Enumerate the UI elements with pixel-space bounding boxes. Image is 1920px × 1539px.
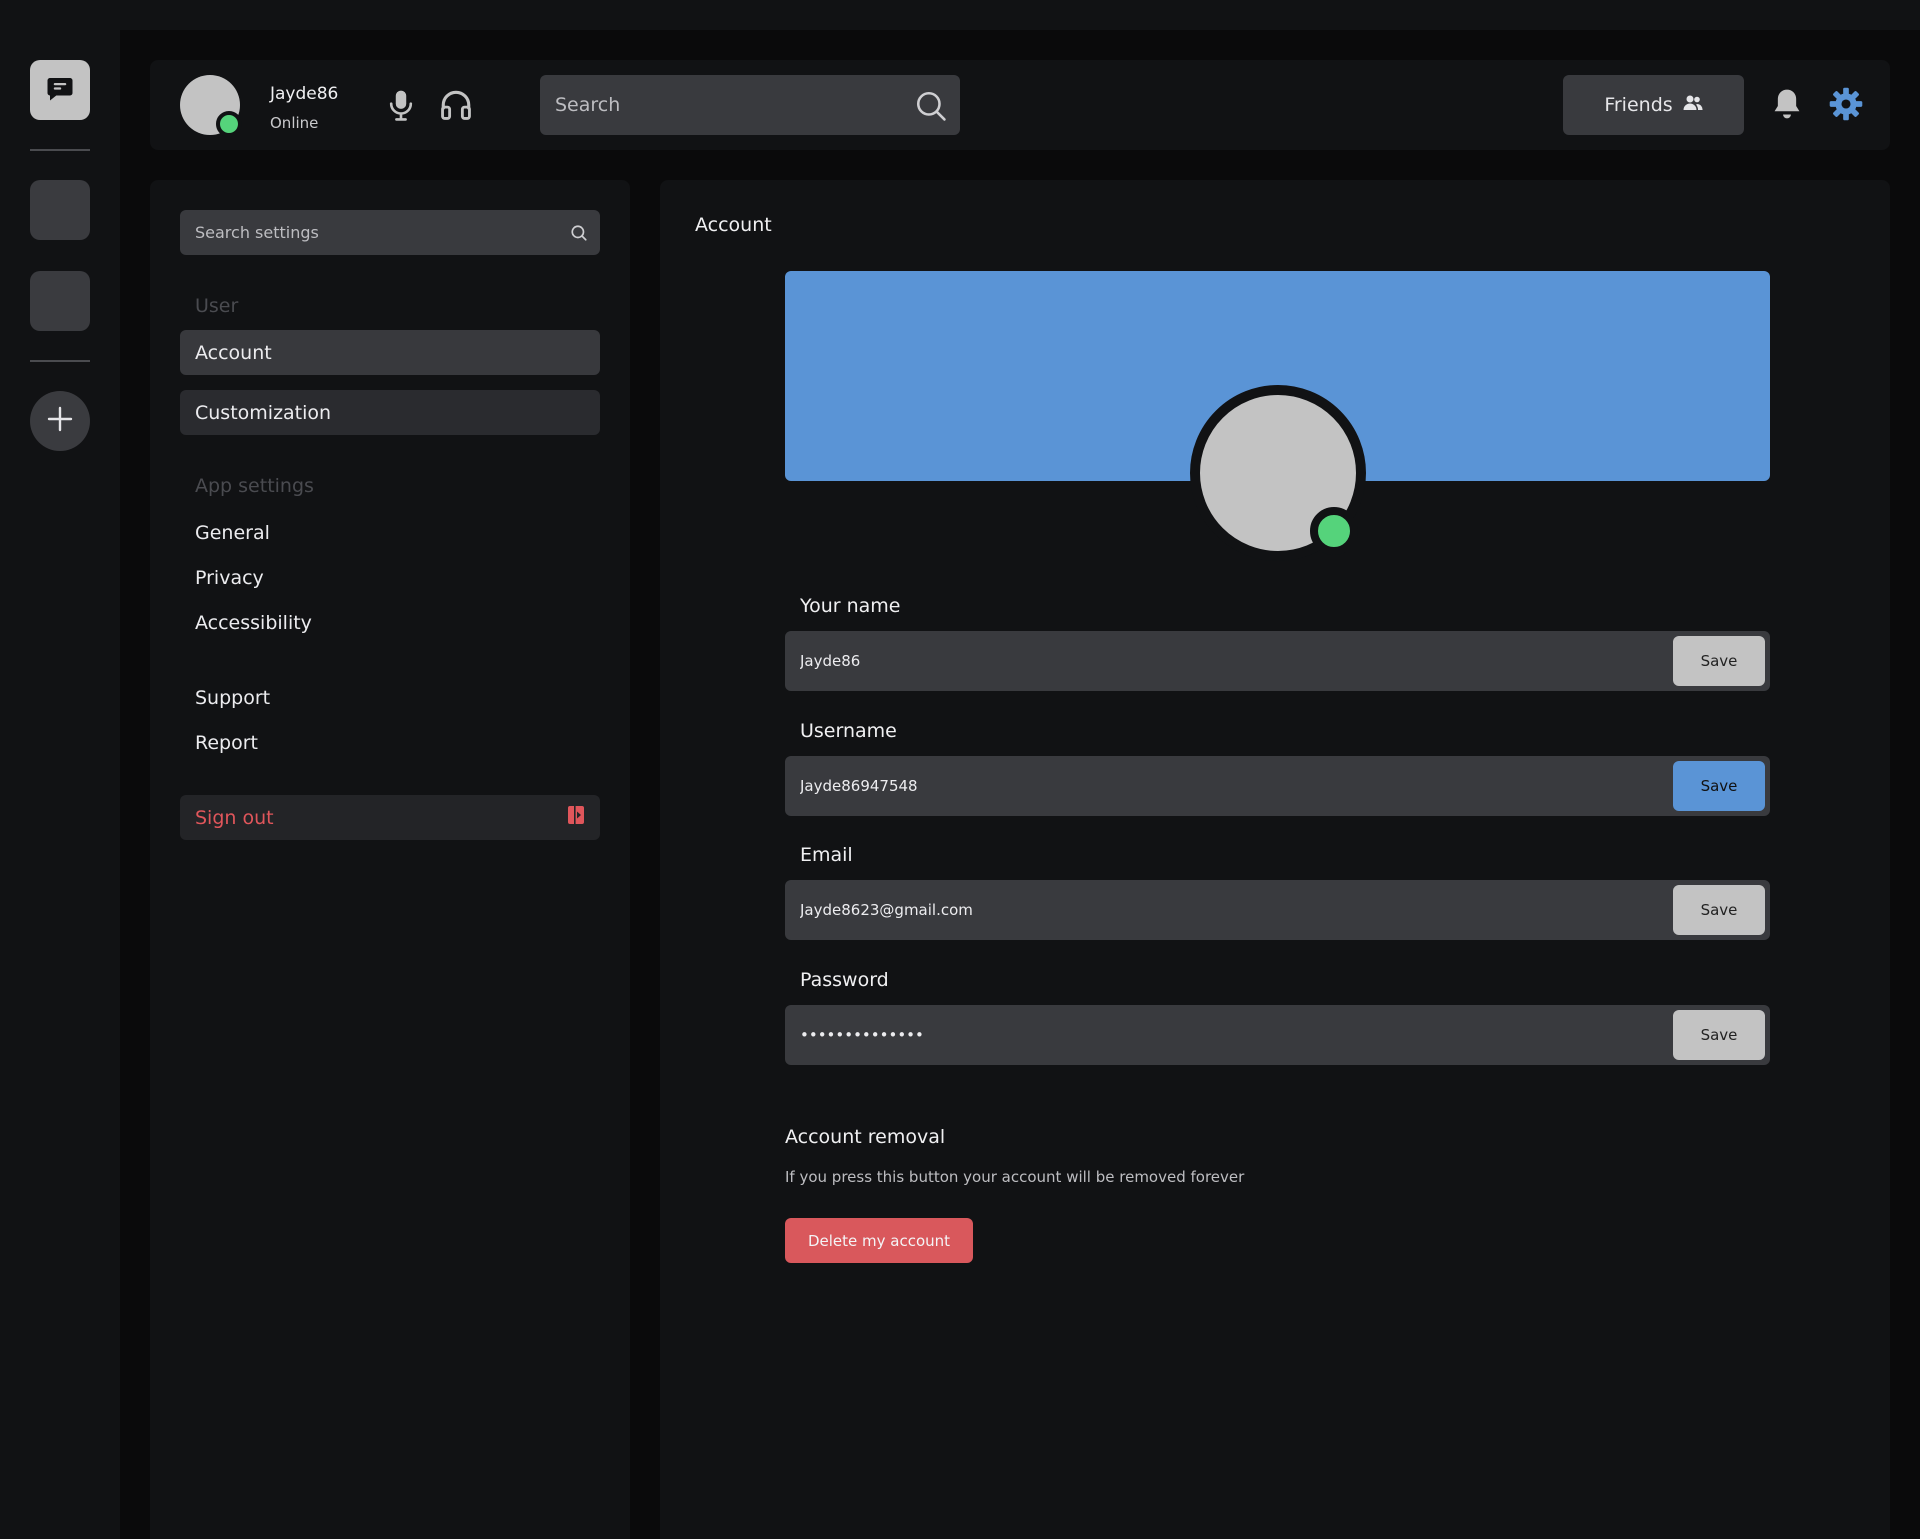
password-field[interactable] <box>785 1005 1665 1065</box>
online-status-dot <box>216 111 242 137</box>
top-bar: Jayde86 Online Friends <box>150 60 1890 150</box>
sidebar-item-support[interactable]: Support <box>180 675 600 720</box>
friends-button[interactable]: Friends <box>1563 75 1744 135</box>
email-field[interactable] <box>785 880 1665 940</box>
search-icon[interactable] <box>914 89 948 127</box>
username-row: Save <box>785 756 1770 816</box>
user-avatar[interactable] <box>180 75 242 137</box>
friends-icon <box>1683 94 1703 117</box>
server-tile[interactable] <box>30 271 90 331</box>
server-tile[interactable] <box>30 180 90 240</box>
sidebar-item-label: Account <box>195 341 272 364</box>
sidebar-item-label: Support <box>195 686 271 709</box>
save-password-button[interactable]: Save <box>1673 1010 1765 1060</box>
online-status-dot <box>1310 507 1358 555</box>
account-panel: Account Your name Save Username Save Ema… <box>660 180 1890 1539</box>
settings-search-input[interactable] <box>180 210 600 255</box>
your-name-field[interactable] <box>785 631 1665 691</box>
sidebar-item-customization[interactable]: Customization <box>180 390 600 435</box>
field-label-your-name: Your name <box>800 595 901 617</box>
settings-search[interactable] <box>180 210 600 255</box>
bell-icon[interactable] <box>1771 87 1803 125</box>
profile-avatar[interactable] <box>1190 385 1366 561</box>
account-removal-description: If you press this button your account wi… <box>785 1168 1245 1186</box>
sidebar-item-accessibility[interactable]: Accessibility <box>180 600 600 645</box>
sidebar-item-report[interactable]: Report <box>180 720 600 765</box>
section-label-user: User <box>195 295 239 317</box>
email-row: Save <box>785 880 1770 940</box>
search-icon <box>570 224 588 246</box>
save-name-button[interactable]: Save <box>1673 636 1765 686</box>
delete-account-button[interactable]: Delete my account <box>785 1218 973 1263</box>
save-username-button[interactable]: Save <box>1673 761 1765 811</box>
search-input[interactable] <box>540 75 960 135</box>
plus-icon <box>46 405 74 437</box>
section-label-app-settings: App settings <box>195 475 314 497</box>
rail-divider <box>30 360 90 362</box>
sign-out-button[interactable]: Sign out <box>180 795 600 840</box>
gear-icon[interactable] <box>1829 87 1863 125</box>
password-row: Save <box>785 1005 1770 1065</box>
sidebar-item-privacy[interactable]: Privacy <box>180 555 600 600</box>
sidebar-item-label: Accessibility <box>195 611 312 634</box>
add-server-button[interactable] <box>30 391 90 451</box>
user-name: Jayde86 <box>270 84 339 104</box>
rail-divider <box>30 149 90 151</box>
sidebar-item-label: Customization <box>195 401 332 424</box>
server-rail <box>0 30 120 1539</box>
sidebar-item-label: Privacy <box>195 566 264 589</box>
chat-icon <box>45 73 75 107</box>
user-status: Online <box>270 114 319 132</box>
field-label-username: Username <box>800 720 897 742</box>
microphone-icon[interactable] <box>385 88 417 126</box>
save-email-button[interactable]: Save <box>1673 885 1765 935</box>
username-field[interactable] <box>785 756 1665 816</box>
sign-out-label: Sign out <box>195 806 274 829</box>
global-search[interactable] <box>540 75 960 135</box>
field-label-password: Password <box>800 969 889 991</box>
account-removal-title: Account removal <box>785 1126 946 1148</box>
settings-sidebar: User Account Customization App settings … <box>150 180 630 1539</box>
field-label-email: Email <box>800 844 853 866</box>
sidebar-item-general[interactable]: General <box>180 510 600 555</box>
sidebar-item-label: Report <box>195 731 258 754</box>
friends-label: Friends <box>1604 94 1673 116</box>
window-top-strip <box>0 0 1920 30</box>
sign-out-icon <box>567 805 585 830</box>
sidebar-item-label: General <box>195 521 270 544</box>
headphones-icon[interactable] <box>439 88 473 126</box>
chat-button[interactable] <box>30 60 90 120</box>
page-title: Account <box>695 214 772 236</box>
your-name-row: Save <box>785 631 1770 691</box>
sidebar-item-account[interactable]: Account <box>180 330 600 375</box>
